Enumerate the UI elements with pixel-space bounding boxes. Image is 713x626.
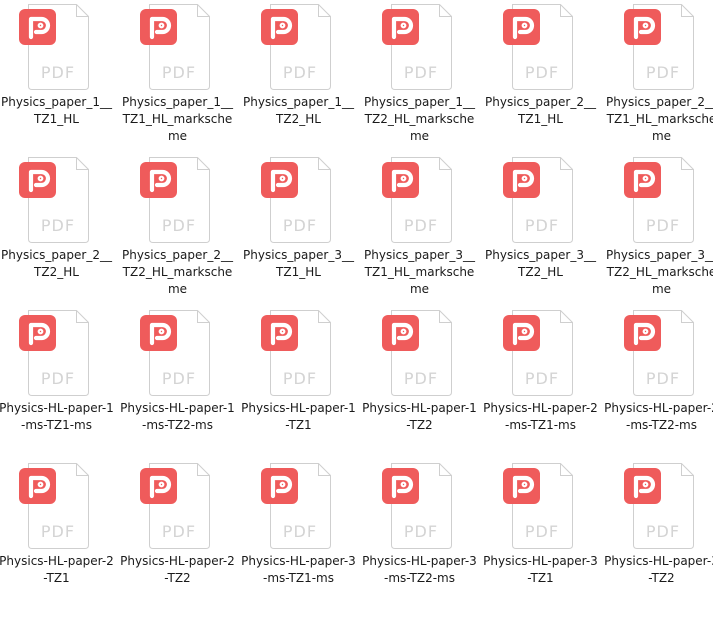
pdf-label: PDF [282, 369, 316, 388]
file-item[interactable]: PDF Physics-HL-paper-3-TZ1 [480, 461, 601, 614]
file-item[interactable]: PDF Physics-HL-paper-1-TZ1 [238, 308, 359, 461]
file-name: Physics-HL-paper-1-ms-TZ2-ms [120, 401, 235, 432]
pdf-label: PDF [645, 369, 679, 388]
file-name: Physics-HL-paper-3-TZ2 [604, 554, 713, 585]
file-item[interactable]: PDF Physics-HL-paper-3-ms-TZ2-ms [359, 461, 480, 614]
pdf-label: PDF [161, 216, 195, 235]
pdf-label: PDF [645, 63, 679, 82]
pdf-file-icon: PDF [381, 463, 452, 549]
pdf-file-icon: PDF [260, 310, 331, 396]
pdf-file-icon: PDF [139, 310, 210, 396]
file-item[interactable]: PDF Physics_paper_3__TZ2_HL_markscheme [601, 155, 713, 308]
pdf-label: PDF [161, 522, 195, 541]
file-item[interactable]: PDF Physics-HL-paper-2-ms-TZ1-ms [480, 308, 601, 461]
pdf-file-icon: PDF [139, 463, 210, 549]
file-item[interactable]: PDF Physics_paper_2__TZ2_HL_markscheme [117, 155, 238, 308]
file-name: Physics_paper_2__TZ2_HL_markscheme [122, 248, 233, 296]
file-name: Physics-HL-paper-3-ms-TZ1-ms [241, 554, 356, 585]
pdf-file-icon: PDF [502, 4, 573, 90]
file-name: Physics-HL-paper-1-TZ1 [241, 401, 356, 432]
file-name: Physics_paper_2__TZ2_HL [1, 248, 112, 279]
file-name: Physics-HL-paper-2-ms-TZ1-ms [483, 401, 598, 432]
file-name: Physics_paper_1__TZ2_HL_markscheme [364, 95, 475, 143]
pdf-label: PDF [282, 216, 316, 235]
file-item[interactable]: PDF Physics-HL-paper-3-ms-TZ1-ms [238, 461, 359, 614]
pdf-file-icon: PDF [260, 157, 331, 243]
file-name: Physics-HL-paper-1-ms-TZ1-ms [0, 401, 114, 432]
pdf-label: PDF [40, 63, 74, 82]
pdf-label: PDF [403, 522, 437, 541]
pdf-label: PDF [524, 216, 558, 235]
file-item[interactable]: PDF Physics_paper_2__TZ1_HL [480, 2, 601, 155]
file-item[interactable]: PDF Physics_paper_3__TZ1_HL_markscheme [359, 155, 480, 308]
pdf-file-icon: PDF [623, 463, 694, 549]
pdf-file-icon: PDF [18, 4, 89, 90]
pdf-label: PDF [403, 369, 437, 388]
file-name: Physics_paper_2__TZ1_HL [485, 95, 596, 126]
pdf-file-icon: PDF [381, 157, 452, 243]
file-name: Physics_paper_1__TZ1_HL_markscheme [122, 95, 233, 143]
file-name: Physics_paper_3__TZ2_HL [485, 248, 596, 279]
file-name: Physics-HL-paper-3-ms-TZ2-ms [362, 554, 477, 585]
file-name: Physics-HL-paper-1-TZ2 [362, 401, 477, 432]
pdf-file-icon: PDF [18, 463, 89, 549]
file-item[interactable]: PDF Physics_paper_2__TZ1_HL_markscheme [601, 2, 713, 155]
file-item[interactable]: PDF Physics-HL-paper-1-ms-TZ1-ms [0, 308, 117, 461]
file-grid: PDF Physics_paper_1__TZ1_HL PDF Physics_… [0, 0, 713, 614]
file-item[interactable]: PDF Physics-HL-paper-3-TZ2 [601, 461, 713, 614]
pdf-file-icon: PDF [623, 310, 694, 396]
pdf-label: PDF [282, 63, 316, 82]
file-item[interactable]: PDF Physics_paper_3__TZ1_HL [238, 155, 359, 308]
pdf-file-icon: PDF [502, 463, 573, 549]
pdf-label: PDF [524, 63, 558, 82]
pdf-label: PDF [403, 63, 437, 82]
pdf-label: PDF [645, 216, 679, 235]
pdf-label: PDF [282, 522, 316, 541]
pdf-label: PDF [40, 369, 74, 388]
file-name: Physics_paper_3__TZ1_HL_markscheme [364, 248, 475, 296]
file-item[interactable]: PDF Physics_paper_1__TZ1_HL_markscheme [117, 2, 238, 155]
file-item[interactable]: PDF Physics-HL-paper-2-TZ1 [0, 461, 117, 614]
file-item[interactable]: PDF Physics-HL-paper-1-ms-TZ2-ms [117, 308, 238, 461]
pdf-label: PDF [524, 369, 558, 388]
file-item[interactable]: PDF Physics_paper_1__TZ2_HL [238, 2, 359, 155]
file-item[interactable]: PDF Physics-HL-paper-1-TZ2 [359, 308, 480, 461]
pdf-file-icon: PDF [381, 4, 452, 90]
file-item[interactable]: PDF Physics_paper_3__TZ2_HL [480, 155, 601, 308]
pdf-label: PDF [524, 522, 558, 541]
pdf-file-icon: PDF [623, 157, 694, 243]
file-name: Physics_paper_1__TZ2_HL [243, 95, 354, 126]
pdf-file-icon: PDF [502, 157, 573, 243]
file-name: Physics-HL-paper-3-TZ1 [483, 554, 598, 585]
pdf-file-icon: PDF [260, 463, 331, 549]
file-name: Physics_paper_2__TZ1_HL_markscheme [606, 95, 713, 143]
pdf-file-icon: PDF [381, 310, 452, 396]
pdf-label: PDF [161, 369, 195, 388]
file-item[interactable]: PDF Physics_paper_2__TZ2_HL [0, 155, 117, 308]
pdf-label: PDF [161, 63, 195, 82]
file-name: Physics-HL-paper-2-ms-TZ2-ms [604, 401, 713, 432]
file-item[interactable]: PDF Physics-HL-paper-2-ms-TZ2-ms [601, 308, 713, 461]
pdf-label: PDF [40, 522, 74, 541]
pdf-label: PDF [645, 522, 679, 541]
pdf-label: PDF [403, 216, 437, 235]
pdf-file-icon: PDF [260, 4, 331, 90]
file-item[interactable]: PDF Physics-HL-paper-2-TZ2 [117, 461, 238, 614]
pdf-file-icon: PDF [502, 310, 573, 396]
file-name: Physics_paper_3__TZ1_HL [243, 248, 354, 279]
file-item[interactable]: PDF Physics_paper_1__TZ1_HL [0, 2, 117, 155]
file-item[interactable]: PDF Physics_paper_1__TZ2_HL_markscheme [359, 2, 480, 155]
file-name: Physics-HL-paper-2-TZ2 [120, 554, 235, 585]
pdf-file-icon: PDF [18, 310, 89, 396]
file-name: Physics_paper_3__TZ2_HL_markscheme [606, 248, 713, 296]
pdf-file-icon: PDF [139, 4, 210, 90]
file-name: Physics-HL-paper-2-TZ1 [0, 554, 114, 585]
pdf-file-icon: PDF [623, 4, 694, 90]
file-name: Physics_paper_1__TZ1_HL [1, 95, 112, 126]
pdf-label: PDF [40, 216, 74, 235]
pdf-file-icon: PDF [18, 157, 89, 243]
pdf-file-icon: PDF [139, 157, 210, 243]
